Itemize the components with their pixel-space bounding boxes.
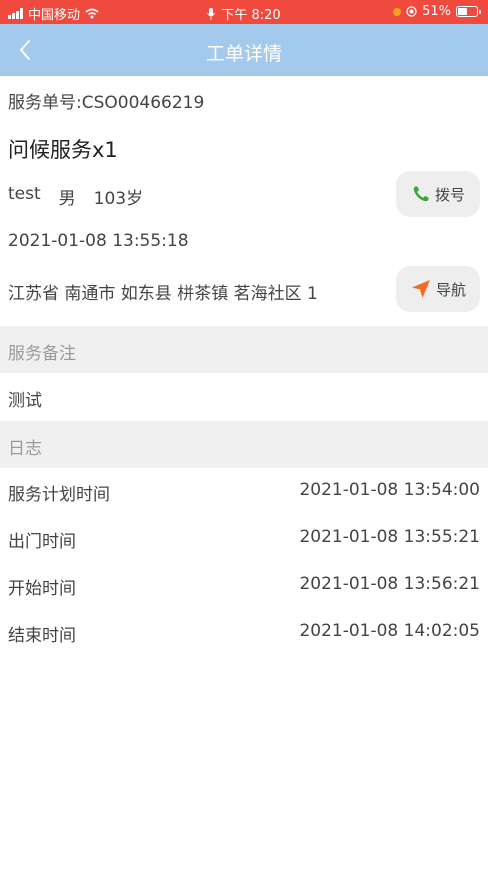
remark-text: 测试: [8, 391, 42, 411]
log-label: 结束时间: [8, 626, 76, 646]
log-value: 2021-01-08 13:55:21: [299, 527, 480, 547]
recording-dot-icon: [393, 7, 402, 16]
navigate-label: 导航: [435, 280, 466, 299]
log-row: 开始时间 2021-01-08 13:56:21: [0, 562, 488, 609]
order-datetime: 2021-01-08 13:55:18: [8, 231, 189, 251]
remark-section-header: 服务备注: [0, 326, 488, 373]
log-row: 出门时间 2021-01-08 13:55:21: [0, 515, 488, 562]
phone-icon: [413, 186, 429, 202]
status-right: 51%: [393, 4, 481, 19]
navigation-arrow-icon: [411, 280, 430, 298]
person-age: 103岁: [93, 189, 144, 209]
log-value: 2021-01-08 14:02:05: [299, 621, 480, 641]
service-title: 问候服务x1: [8, 138, 118, 162]
battery-percent: 51%: [422, 4, 451, 19]
navigate-button[interactable]: 导航: [396, 266, 480, 312]
order-number: 服务单号:CSO00466219: [8, 93, 205, 113]
microphone-icon: [207, 7, 216, 20]
battery-fill: [458, 8, 467, 15]
log-label: 服务计划时间: [8, 485, 110, 505]
remark-header-label: 服务备注: [8, 344, 76, 364]
person-gender: 男: [58, 189, 76, 209]
log-value: 2021-01-08 13:56:21: [299, 574, 480, 594]
log-row: 结束时间 2021-01-08 14:02:05: [0, 609, 488, 656]
nav-bar: 工单详情: [0, 24, 488, 76]
battery-icon: [456, 6, 481, 17]
person-name: test: [8, 184, 41, 204]
log-label: 开始时间: [8, 579, 76, 599]
log-header-label: 日志: [8, 439, 42, 459]
log-section-header: 日志: [0, 421, 488, 468]
status-time: 下午 8:20: [221, 8, 281, 23]
location-lock-icon: [406, 6, 417, 17]
page-title: 工单详情: [205, 43, 282, 65]
log-value: 2021-01-08 13:54:00: [299, 480, 480, 500]
log-row: 服务计划时间 2021-01-08 13:54:00: [0, 468, 488, 515]
dial-button[interactable]: 拨号: [396, 171, 480, 217]
dial-label: 拨号: [434, 185, 465, 204]
log-label: 出门时间: [8, 532, 76, 552]
status-bar: 中国移动 下午 8:20 51%: [0, 0, 488, 24]
